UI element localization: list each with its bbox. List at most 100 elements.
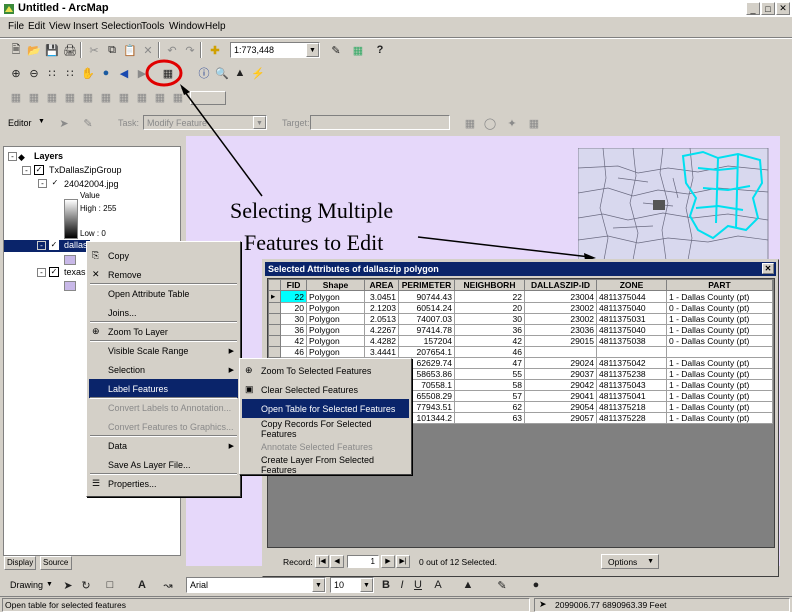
underline-icon[interactable]: U bbox=[410, 577, 426, 593]
next-record-button[interactable]: ▶ bbox=[381, 555, 395, 568]
table-cell[interactable]: 4811375043 bbox=[596, 379, 667, 391]
selection-submenu-item[interactable]: Annotate Selected Features bbox=[242, 437, 409, 456]
table-cell[interactable]: 1 - Dallas County (pt) bbox=[666, 324, 773, 336]
font-dropdown[interactable]: Arial ▼ bbox=[186, 577, 326, 593]
row-selector[interactable] bbox=[268, 302, 281, 314]
select-elements-icon[interactable]: ➤ bbox=[60, 577, 76, 593]
table-cell[interactable]: 4811375228 bbox=[596, 412, 667, 424]
table-cell[interactable]: 55 bbox=[454, 368, 525, 380]
table-cell[interactable]: 36 bbox=[280, 324, 307, 336]
table-cell[interactable]: 29041 bbox=[524, 390, 597, 402]
selection-submenu-item[interactable]: Copy Records For Selected Features bbox=[242, 419, 409, 439]
table-cell[interactable] bbox=[596, 346, 667, 358]
table-cell[interactable]: Polygon bbox=[306, 346, 365, 358]
table-cell[interactable]: 1 - Dallas County (pt) bbox=[666, 379, 773, 391]
marker-color-icon[interactable]: ● bbox=[528, 577, 544, 593]
chevron-down-icon[interactable]: ▼ bbox=[312, 578, 325, 592]
table-cell[interactable]: 60514.24 bbox=[398, 302, 455, 314]
table-cell[interactable]: 30 bbox=[454, 313, 525, 325]
table-cell[interactable]: 4811375238 bbox=[596, 368, 667, 380]
first-record-button[interactable]: |◀ bbox=[315, 555, 329, 568]
table-row[interactable]: 20 Polygon 2.1203 60514.24 20 23002 4811375040… bbox=[268, 302, 773, 314]
italic-icon[interactable]: I bbox=[394, 577, 410, 593]
table-cell[interactable]: 63 bbox=[454, 412, 525, 424]
table-cell[interactable]: 4811375038 bbox=[596, 335, 667, 347]
record-number-field[interactable]: 1 bbox=[347, 555, 379, 568]
row-selector[interactable]: ▸ bbox=[268, 290, 281, 303]
edit-vertices-icon[interactable]: ↝ bbox=[160, 577, 176, 593]
table-cell[interactable]: 90744.43 bbox=[398, 290, 455, 303]
table-cell[interactable]: 97414.78 bbox=[398, 324, 455, 336]
table-row[interactable]: 36 Polygon 4.2267 97414.78 36 23036 4811375040… bbox=[268, 324, 773, 336]
table-cell[interactable]: Polygon bbox=[306, 313, 365, 325]
col-header-shape[interactable]: Shape bbox=[306, 279, 365, 291]
table-cell[interactable]: 62 bbox=[454, 401, 525, 413]
context-menu-item[interactable]: Joins... bbox=[89, 303, 238, 322]
table-cell[interactable]: 36 bbox=[454, 324, 525, 336]
table-cell[interactable]: 4.2267 bbox=[364, 324, 399, 336]
table-cell[interactable]: Polygon bbox=[306, 324, 365, 336]
table-cell[interactable] bbox=[524, 346, 597, 358]
table-cell[interactable]: 42 bbox=[454, 335, 525, 347]
table-cell[interactable]: 1 - Dallas County (pt) bbox=[666, 412, 773, 424]
table-cell[interactable]: 1 - Dallas County (pt) bbox=[666, 313, 773, 325]
table-cell[interactable]: 3.4441 bbox=[364, 346, 399, 358]
table-cell[interactable]: 30 bbox=[280, 313, 307, 325]
col-header-zone[interactable]: ZONE bbox=[596, 279, 667, 291]
table-cell[interactable]: 74007.03 bbox=[398, 313, 455, 325]
line-color-icon[interactable]: ✎ bbox=[494, 577, 510, 593]
row-selector[interactable] bbox=[268, 313, 281, 325]
table-cell[interactable]: 4811375041 bbox=[596, 390, 667, 402]
table-cell[interactable]: 47 bbox=[454, 357, 525, 369]
table-cell[interactable]: 29042 bbox=[524, 379, 597, 391]
table-cell[interactable]: 0 - Dallas County (pt) bbox=[666, 335, 773, 347]
rectangle-icon[interactable]: □ bbox=[102, 577, 118, 593]
row-selector[interactable] bbox=[268, 346, 281, 358]
row-selector[interactable] bbox=[268, 335, 281, 347]
context-menu-item[interactable]: ⎘ Copy bbox=[89, 246, 238, 265]
table-cell[interactable]: 29037 bbox=[524, 368, 597, 380]
table-cell[interactable] bbox=[666, 346, 773, 358]
chevron-down-icon[interactable]: ▼ bbox=[360, 578, 373, 592]
context-menu-item[interactable]: Convert Labels to Annotation... bbox=[89, 398, 238, 417]
row-selector[interactable] bbox=[268, 324, 281, 336]
col-header-dallaszip-id[interactable]: DALLASZIP-ID bbox=[524, 279, 597, 291]
table-cell[interactable]: 23036 bbox=[524, 324, 597, 336]
table-cell[interactable]: 22 bbox=[280, 290, 307, 303]
table-cell[interactable]: Polygon bbox=[306, 302, 365, 314]
last-record-button[interactable]: ▶| bbox=[396, 555, 410, 568]
fill-color-icon[interactable]: ▲ bbox=[460, 577, 476, 593]
col-header-part[interactable]: PART bbox=[666, 279, 773, 291]
options-button[interactable]: Options ▼ bbox=[601, 554, 659, 569]
table-cell[interactable]: 157204 bbox=[398, 335, 455, 347]
selection-submenu-item[interactable]: ⊕ Zoom To Selected Features bbox=[242, 361, 409, 380]
table-cell[interactable]: 22 bbox=[454, 290, 525, 303]
selection-submenu-item[interactable]: Create Layer From Selected Features bbox=[242, 455, 409, 475]
table-cell[interactable]: 1 - Dallas County (pt) bbox=[666, 401, 773, 413]
table-cell[interactable]: 4811375044 bbox=[596, 290, 667, 303]
table-cell[interactable]: 29024 bbox=[524, 357, 597, 369]
table-cell[interactable]: 46 bbox=[454, 346, 525, 358]
table-cell[interactable]: 2.0513 bbox=[364, 313, 399, 325]
rotate-icon[interactable]: ↻ bbox=[78, 577, 94, 593]
col-header-perimeter[interactable]: PERIMETER bbox=[398, 279, 455, 291]
table-cell[interactable]: 1 - Dallas County (pt) bbox=[666, 368, 773, 380]
context-menu-item[interactable]: Save As Layer File... bbox=[89, 455, 238, 474]
context-menu-item[interactable]: Convert Features to Graphics... bbox=[89, 417, 238, 436]
selection-submenu-item[interactable]: ▣ Clear Selected Features bbox=[242, 380, 409, 399]
table-cell[interactable]: 1 - Dallas County (pt) bbox=[666, 357, 773, 369]
context-menu-item[interactable]: ✕ Remove bbox=[89, 265, 238, 284]
table-cell[interactable]: 4811375218 bbox=[596, 401, 667, 413]
context-menu-item[interactable]: Open Attribute Table bbox=[89, 284, 238, 303]
table-cell[interactable]: 46 bbox=[280, 346, 307, 358]
context-menu-item[interactable]: Visible Scale Range ▶ bbox=[89, 341, 238, 360]
col-header-area[interactable]: AREA bbox=[364, 279, 399, 291]
table-cell[interactable]: 42 bbox=[280, 335, 307, 347]
table-cell[interactable]: Polygon bbox=[306, 335, 365, 347]
text-icon[interactable]: A bbox=[134, 577, 150, 593]
table-cell[interactable]: 4811375040 bbox=[596, 324, 667, 336]
close-icon[interactable]: ✕ bbox=[762, 263, 774, 274]
table-cell[interactable]: 29057 bbox=[524, 412, 597, 424]
prev-record-button[interactable]: ◀ bbox=[330, 555, 344, 568]
table-row[interactable]: ▸ 22 Polygon 3.0451 90744.43 22 23004 481137504… bbox=[268, 290, 773, 303]
